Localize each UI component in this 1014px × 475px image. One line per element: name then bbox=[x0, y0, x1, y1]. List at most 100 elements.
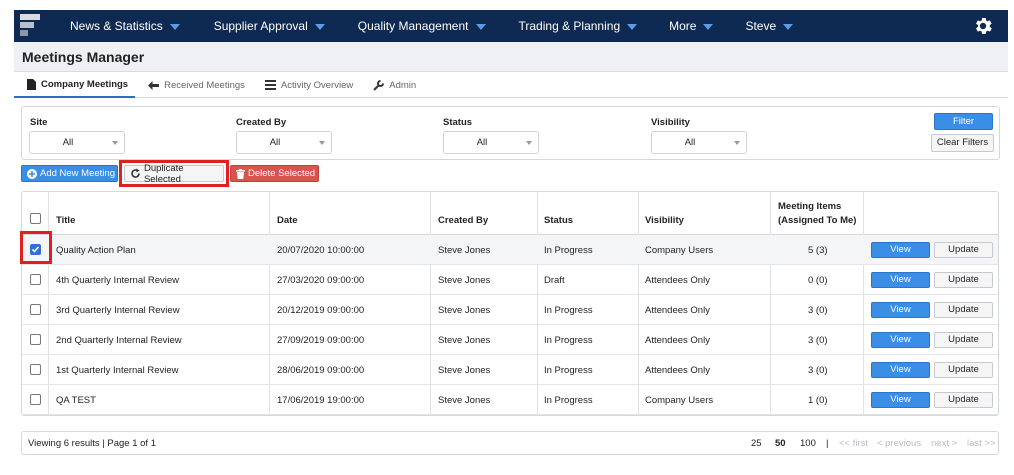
view-button[interactable]: View bbox=[871, 362, 930, 378]
delete-selected-button[interactable]: Delete Selected bbox=[230, 165, 319, 182]
visibility-filter-label: Visibility bbox=[651, 117, 690, 128]
cell-title: 2nd Quarterly Internal Review bbox=[56, 335, 182, 346]
status-filter-label: Status bbox=[443, 117, 473, 128]
column-header-visibility: Visibility bbox=[645, 215, 684, 226]
tab-activity-overview[interactable]: Activity Overview bbox=[252, 72, 360, 98]
chevron-down-icon bbox=[703, 24, 714, 30]
cell-status: Draft bbox=[544, 275, 565, 286]
nav-label: Steve bbox=[745, 19, 777, 33]
cell-date: 27/03/2020 09:00:00 bbox=[277, 275, 365, 286]
tab-admin[interactable]: Admin bbox=[360, 72, 423, 98]
chevron-down-icon bbox=[169, 24, 180, 30]
table-header: Title Date Created By Status Visibility … bbox=[22, 192, 998, 235]
cell-items: 3 (0) bbox=[808, 335, 828, 346]
table-row: 3rd Quarterly Internal Review 20/12/2019 … bbox=[22, 295, 998, 325]
site-select[interactable]: All bbox=[29, 131, 125, 154]
last-page-link[interactable]: last >> bbox=[967, 438, 996, 449]
pagination-separator: | bbox=[826, 438, 829, 449]
first-page-link[interactable]: << first bbox=[839, 438, 868, 449]
cell-created-by: Steve Jones bbox=[438, 275, 491, 286]
cell-title: 4th Quarterly Internal Review bbox=[56, 275, 180, 286]
created-by-select-value: All bbox=[269, 137, 281, 148]
filter-panel: Site All Created By All Status All Visib… bbox=[21, 106, 1000, 160]
add-new-meeting-label: Add New Meeting bbox=[40, 168, 115, 179]
chevron-down-icon bbox=[112, 141, 118, 145]
row-checkbox[interactable] bbox=[30, 274, 41, 285]
previous-page-link[interactable]: < previous bbox=[877, 438, 921, 449]
site-select-value: All bbox=[62, 137, 74, 148]
cell-title: QA TEST bbox=[56, 395, 96, 406]
view-button[interactable]: View bbox=[871, 302, 930, 318]
nav-trading-planning[interactable]: Trading & Planning bbox=[519, 10, 638, 42]
page-header: Meetings Manager bbox=[14, 42, 1008, 72]
cell-created-by: Steve Jones bbox=[438, 245, 491, 256]
page-size-50[interactable]: 50 bbox=[775, 438, 786, 449]
update-button[interactable]: Update bbox=[934, 332, 993, 348]
update-button[interactable]: Update bbox=[934, 302, 993, 318]
page-size-25[interactable]: 25 bbox=[751, 438, 762, 449]
arrow-left-icon bbox=[148, 80, 160, 90]
tab-company-meetings[interactable]: Company Meetings bbox=[14, 72, 136, 98]
cell-items: 3 (0) bbox=[808, 365, 828, 376]
update-button[interactable]: Update bbox=[934, 272, 993, 288]
tab-label: Company Meetings bbox=[41, 78, 129, 90]
cell-created-by: Steve Jones bbox=[438, 365, 491, 376]
trash-icon bbox=[236, 168, 245, 179]
cell-status: In Progress bbox=[544, 305, 593, 316]
select-all-checkbox[interactable] bbox=[30, 213, 41, 224]
cell-date: 20/07/2020 10:00:00 bbox=[277, 245, 365, 256]
chevron-down-icon bbox=[319, 141, 325, 145]
tab-received-meetings[interactable]: Received Meetings bbox=[135, 72, 252, 98]
row-checkbox[interactable] bbox=[30, 334, 41, 345]
visibility-select[interactable]: All bbox=[651, 131, 747, 154]
cell-status: In Progress bbox=[544, 365, 593, 376]
nav-more[interactable]: More bbox=[669, 10, 714, 42]
cell-status: In Progress bbox=[544, 335, 593, 346]
view-button[interactable]: View bbox=[871, 392, 930, 408]
checkbox-highlight-box bbox=[20, 231, 52, 264]
row-checkbox[interactable] bbox=[30, 304, 41, 315]
cell-title: 3rd Quarterly Internal Review bbox=[56, 305, 180, 316]
update-button[interactable]: Update bbox=[934, 362, 993, 378]
nav-label: Quality Management bbox=[357, 19, 469, 33]
view-button[interactable]: View bbox=[871, 332, 930, 348]
view-button[interactable]: View bbox=[871, 272, 930, 288]
tab-label: Activity Overview bbox=[280, 79, 354, 91]
chevron-down-icon bbox=[475, 24, 486, 30]
nav-quality-management[interactable]: Quality Management bbox=[358, 10, 486, 42]
tab-bar: Company Meetings Received Meetings Activ… bbox=[14, 72, 1008, 98]
table-row: 4th Quarterly Internal Review 27/03/2020 … bbox=[22, 265, 998, 295]
cell-visibility: Attendees Only bbox=[645, 335, 710, 346]
status-select-value: All bbox=[476, 137, 488, 148]
nav-user-menu[interactable]: Steve bbox=[745, 10, 794, 42]
nav-supplier-approval[interactable]: Supplier Approval bbox=[214, 10, 325, 42]
nav-news-statistics[interactable]: News & Statistics bbox=[70, 10, 180, 42]
cell-title: 1st Quarterly Internal Review bbox=[56, 365, 179, 376]
cell-created-by: Steve Jones bbox=[438, 305, 491, 316]
delete-selected-label: Delete Selected bbox=[248, 168, 316, 179]
cell-status: In Progress bbox=[544, 395, 593, 406]
top-navigation: News & Statistics Supplier Approval Qual… bbox=[14, 10, 1008, 42]
page-size-100[interactable]: 100 bbox=[800, 438, 816, 449]
column-header-date: Date bbox=[277, 215, 298, 226]
row-checkbox[interactable] bbox=[30, 364, 41, 375]
gear-icon[interactable] bbox=[972, 15, 994, 37]
nav-label: More bbox=[669, 19, 697, 33]
created-by-select[interactable]: All bbox=[236, 131, 332, 154]
update-button[interactable]: Update bbox=[934, 242, 993, 258]
table-row: Quality Action Plan 20/07/2020 10:00:00 St… bbox=[22, 235, 998, 265]
column-header-assigned: (Assigned To Me) bbox=[778, 215, 857, 226]
row-checkbox[interactable] bbox=[30, 394, 41, 405]
filter-button[interactable]: Filter bbox=[934, 113, 993, 130]
update-button[interactable]: Update bbox=[934, 392, 993, 408]
column-header-meeting-items: Meeting Items bbox=[778, 201, 842, 212]
cell-created-by: Steve Jones bbox=[438, 395, 491, 406]
status-select[interactable]: All bbox=[443, 131, 539, 154]
chevron-down-icon bbox=[734, 141, 740, 145]
view-button[interactable]: View bbox=[871, 242, 930, 258]
nav-label: Trading & Planning bbox=[518, 19, 621, 33]
next-page-link[interactable]: next > bbox=[931, 438, 957, 449]
clear-filters-button[interactable]: Clear Filters bbox=[931, 134, 994, 152]
app-logo[interactable] bbox=[14, 10, 46, 42]
add-new-meeting-button[interactable]: Add New Meeting bbox=[21, 165, 118, 182]
